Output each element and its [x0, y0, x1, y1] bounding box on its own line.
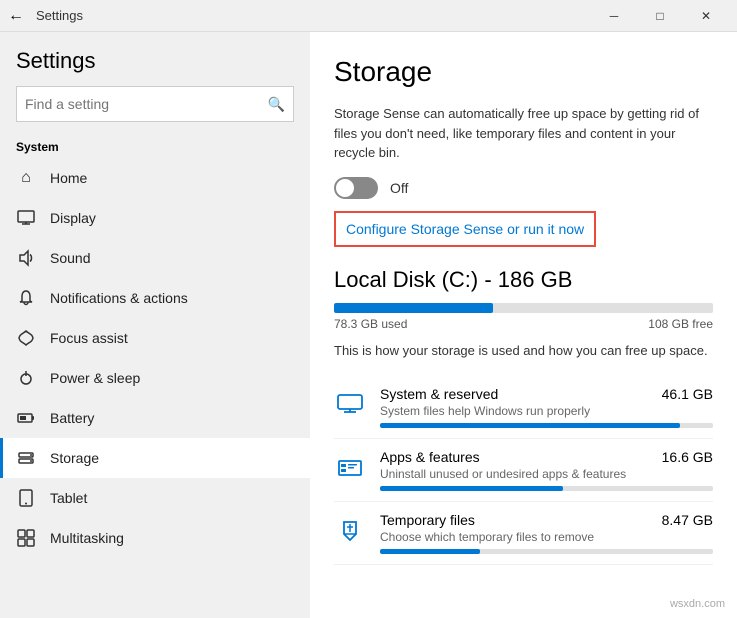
tablet-icon	[16, 488, 36, 508]
minimize-button[interactable]: ─	[591, 0, 637, 32]
system-item-name: System & reserved	[380, 386, 498, 402]
sidebar-section-label: System	[0, 130, 310, 158]
sidebar-item-power[interactable]: Power & sleep	[0, 358, 310, 398]
system-item-header: System & reserved 46.1 GB	[380, 386, 713, 402]
temp-item-size: 8.47 GB	[662, 512, 713, 528]
sidebar-item-storage[interactable]: Storage	[0, 438, 310, 478]
search-icon: 🔍	[268, 96, 285, 113]
system-icon	[334, 388, 366, 420]
sidebar-header: Settings 🔍	[0, 32, 310, 130]
storage-item-system[interactable]: System & reserved 46.1 GB System files h…	[334, 376, 713, 439]
search-input[interactable]	[25, 96, 268, 112]
sidebar-item-power-label: Power & sleep	[50, 370, 140, 386]
search-box[interactable]: 🔍	[16, 86, 294, 122]
sidebar-item-sound-label: Sound	[50, 250, 90, 266]
toggle-row: Off	[334, 177, 713, 199]
sidebar-item-notifications-label: Notifications & actions	[50, 290, 188, 306]
sidebar-item-tablet-label: Tablet	[50, 490, 87, 506]
multitasking-icon	[16, 528, 36, 548]
system-item-bar-fill	[380, 423, 680, 428]
storage-sense-description: Storage Sense can automatically free up …	[334, 104, 713, 163]
toggle-knob	[336, 179, 354, 197]
configure-storage-link[interactable]: Configure Storage Sense or run it now	[346, 221, 584, 237]
sidebar-item-home-label: Home	[50, 170, 87, 186]
sound-icon	[16, 248, 36, 268]
sidebar-item-focus[interactable]: Focus assist	[0, 318, 310, 358]
apps-item-bar	[380, 486, 713, 491]
sidebar-item-tablet[interactable]: Tablet	[0, 478, 310, 518]
temp-item-sub: Choose which temporary files to remove	[380, 530, 713, 544]
sidebar-item-sound[interactable]: Sound	[0, 238, 310, 278]
sidebar: Settings 🔍 System ⌂ Home Display	[0, 32, 310, 618]
main-layout: Settings 🔍 System ⌂ Home Display	[0, 32, 737, 618]
sidebar-item-display-label: Display	[50, 210, 96, 226]
titlebar: ← Settings ─ □ ✕	[0, 0, 737, 32]
temp-item-header: Temporary files 8.47 GB	[380, 512, 713, 528]
temp-item-name: Temporary files	[380, 512, 475, 528]
system-item-info: System & reserved 46.1 GB System files h…	[380, 386, 713, 428]
disk-stats: 78.3 GB used 108 GB free	[334, 317, 713, 331]
storage-icon	[16, 448, 36, 468]
notifications-icon	[16, 288, 36, 308]
disk-title: Local Disk (C:) - 186 GB	[334, 267, 713, 293]
disk-description: This is how your storage is used and how…	[334, 341, 713, 361]
system-item-size: 46.1 GB	[662, 386, 713, 402]
disk-usage-bar	[334, 303, 713, 313]
sidebar-item-multitasking-label: Multitasking	[50, 530, 124, 546]
sidebar-item-display[interactable]: Display	[0, 198, 310, 238]
temp-icon	[334, 514, 366, 546]
disk-used-label: 78.3 GB used	[334, 317, 407, 331]
titlebar-title: Settings	[36, 8, 591, 23]
sidebar-item-notifications[interactable]: Notifications & actions	[0, 278, 310, 318]
sidebar-item-battery-label: Battery	[50, 410, 94, 426]
disk-usage-fill	[334, 303, 493, 313]
sidebar-item-focus-label: Focus assist	[50, 330, 128, 346]
content-area: Storage Storage Sense can automatically …	[310, 32, 737, 618]
watermark: wsxdn.com	[670, 598, 725, 610]
storage-sense-toggle[interactable]	[334, 177, 378, 199]
apps-item-size: 16.6 GB	[662, 449, 713, 465]
sidebar-item-battery[interactable]: Battery	[0, 398, 310, 438]
temp-item-bar-fill	[380, 549, 480, 554]
battery-icon	[16, 408, 36, 428]
disk-free-label: 108 GB free	[648, 317, 713, 331]
display-icon	[16, 208, 36, 228]
apps-item-info: Apps & features 16.6 GB Uninstall unused…	[380, 449, 713, 491]
home-icon: ⌂	[16, 168, 36, 188]
apps-item-name: Apps & features	[380, 449, 480, 465]
power-icon	[16, 368, 36, 388]
back-button[interactable]: ←	[8, 7, 24, 25]
page-title: Storage	[334, 56, 713, 88]
system-item-sub: System files help Windows run properly	[380, 404, 713, 418]
apps-icon	[334, 451, 366, 483]
sidebar-item-multitasking[interactable]: Multitasking	[0, 518, 310, 558]
temp-item-info: Temporary files 8.47 GB Choose which tem…	[380, 512, 713, 554]
toggle-label: Off	[390, 180, 408, 196]
apps-item-sub: Uninstall unused or undesired apps & fea…	[380, 467, 713, 481]
restore-button[interactable]: □	[637, 0, 683, 32]
storage-item-temp[interactable]: Temporary files 8.47 GB Choose which tem…	[334, 502, 713, 565]
focus-icon	[16, 328, 36, 348]
apps-item-bar-fill	[380, 486, 563, 491]
apps-item-header: Apps & features 16.6 GB	[380, 449, 713, 465]
sidebar-item-storage-label: Storage	[50, 450, 99, 466]
system-item-bar	[380, 423, 713, 428]
sidebar-item-home[interactable]: ⌂ Home	[0, 158, 310, 198]
sidebar-title: Settings	[16, 48, 294, 74]
temp-item-bar	[380, 549, 713, 554]
configure-link-box: Configure Storage Sense or run it now	[334, 211, 596, 247]
storage-item-apps[interactable]: Apps & features 16.6 GB Uninstall unused…	[334, 439, 713, 502]
window-controls: ─ □ ✕	[591, 0, 729, 32]
close-button[interactable]: ✕	[683, 0, 729, 32]
